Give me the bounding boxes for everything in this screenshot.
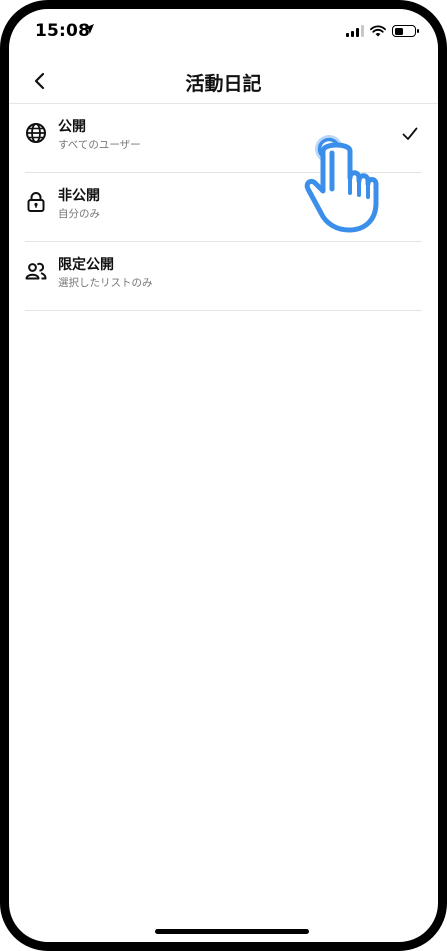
page-title: 活動日記 (185, 73, 262, 95)
option-title: 公開 (58, 119, 86, 135)
option-subtitle: すべてのユーザー (58, 139, 141, 151)
battery-icon (392, 25, 419, 37)
option-title: 限定公開 (58, 257, 114, 273)
option-subtitle: 自分のみ (58, 208, 100, 220)
status-time: 15:08 (35, 21, 91, 41)
checkmark-icon (402, 127, 418, 140)
option-title: 非公開 (58, 188, 100, 204)
option-limited[interactable]: 限定公開 選択したリストのみ (25, 242, 422, 311)
navigation-bar: 活動日記 (9, 59, 438, 104)
phone-frame: 15:08 活動日記 公開 すべてのユーザー 非公開 自分のみ 限定公開 選択し… (0, 0, 447, 951)
globe-icon (26, 123, 46, 143)
location-arrow-icon (84, 24, 94, 34)
lock-icon (27, 192, 45, 212)
status-indicators (346, 25, 419, 37)
option-subtitle: 選択したリストのみ (58, 277, 153, 289)
status-bar: 15:08 (9, 9, 438, 59)
tap-hand-icon (304, 135, 379, 233)
wifi-icon (370, 25, 386, 37)
home-indicator[interactable] (155, 929, 309, 934)
cellular-signal-icon (346, 25, 364, 37)
users-icon (25, 262, 47, 280)
